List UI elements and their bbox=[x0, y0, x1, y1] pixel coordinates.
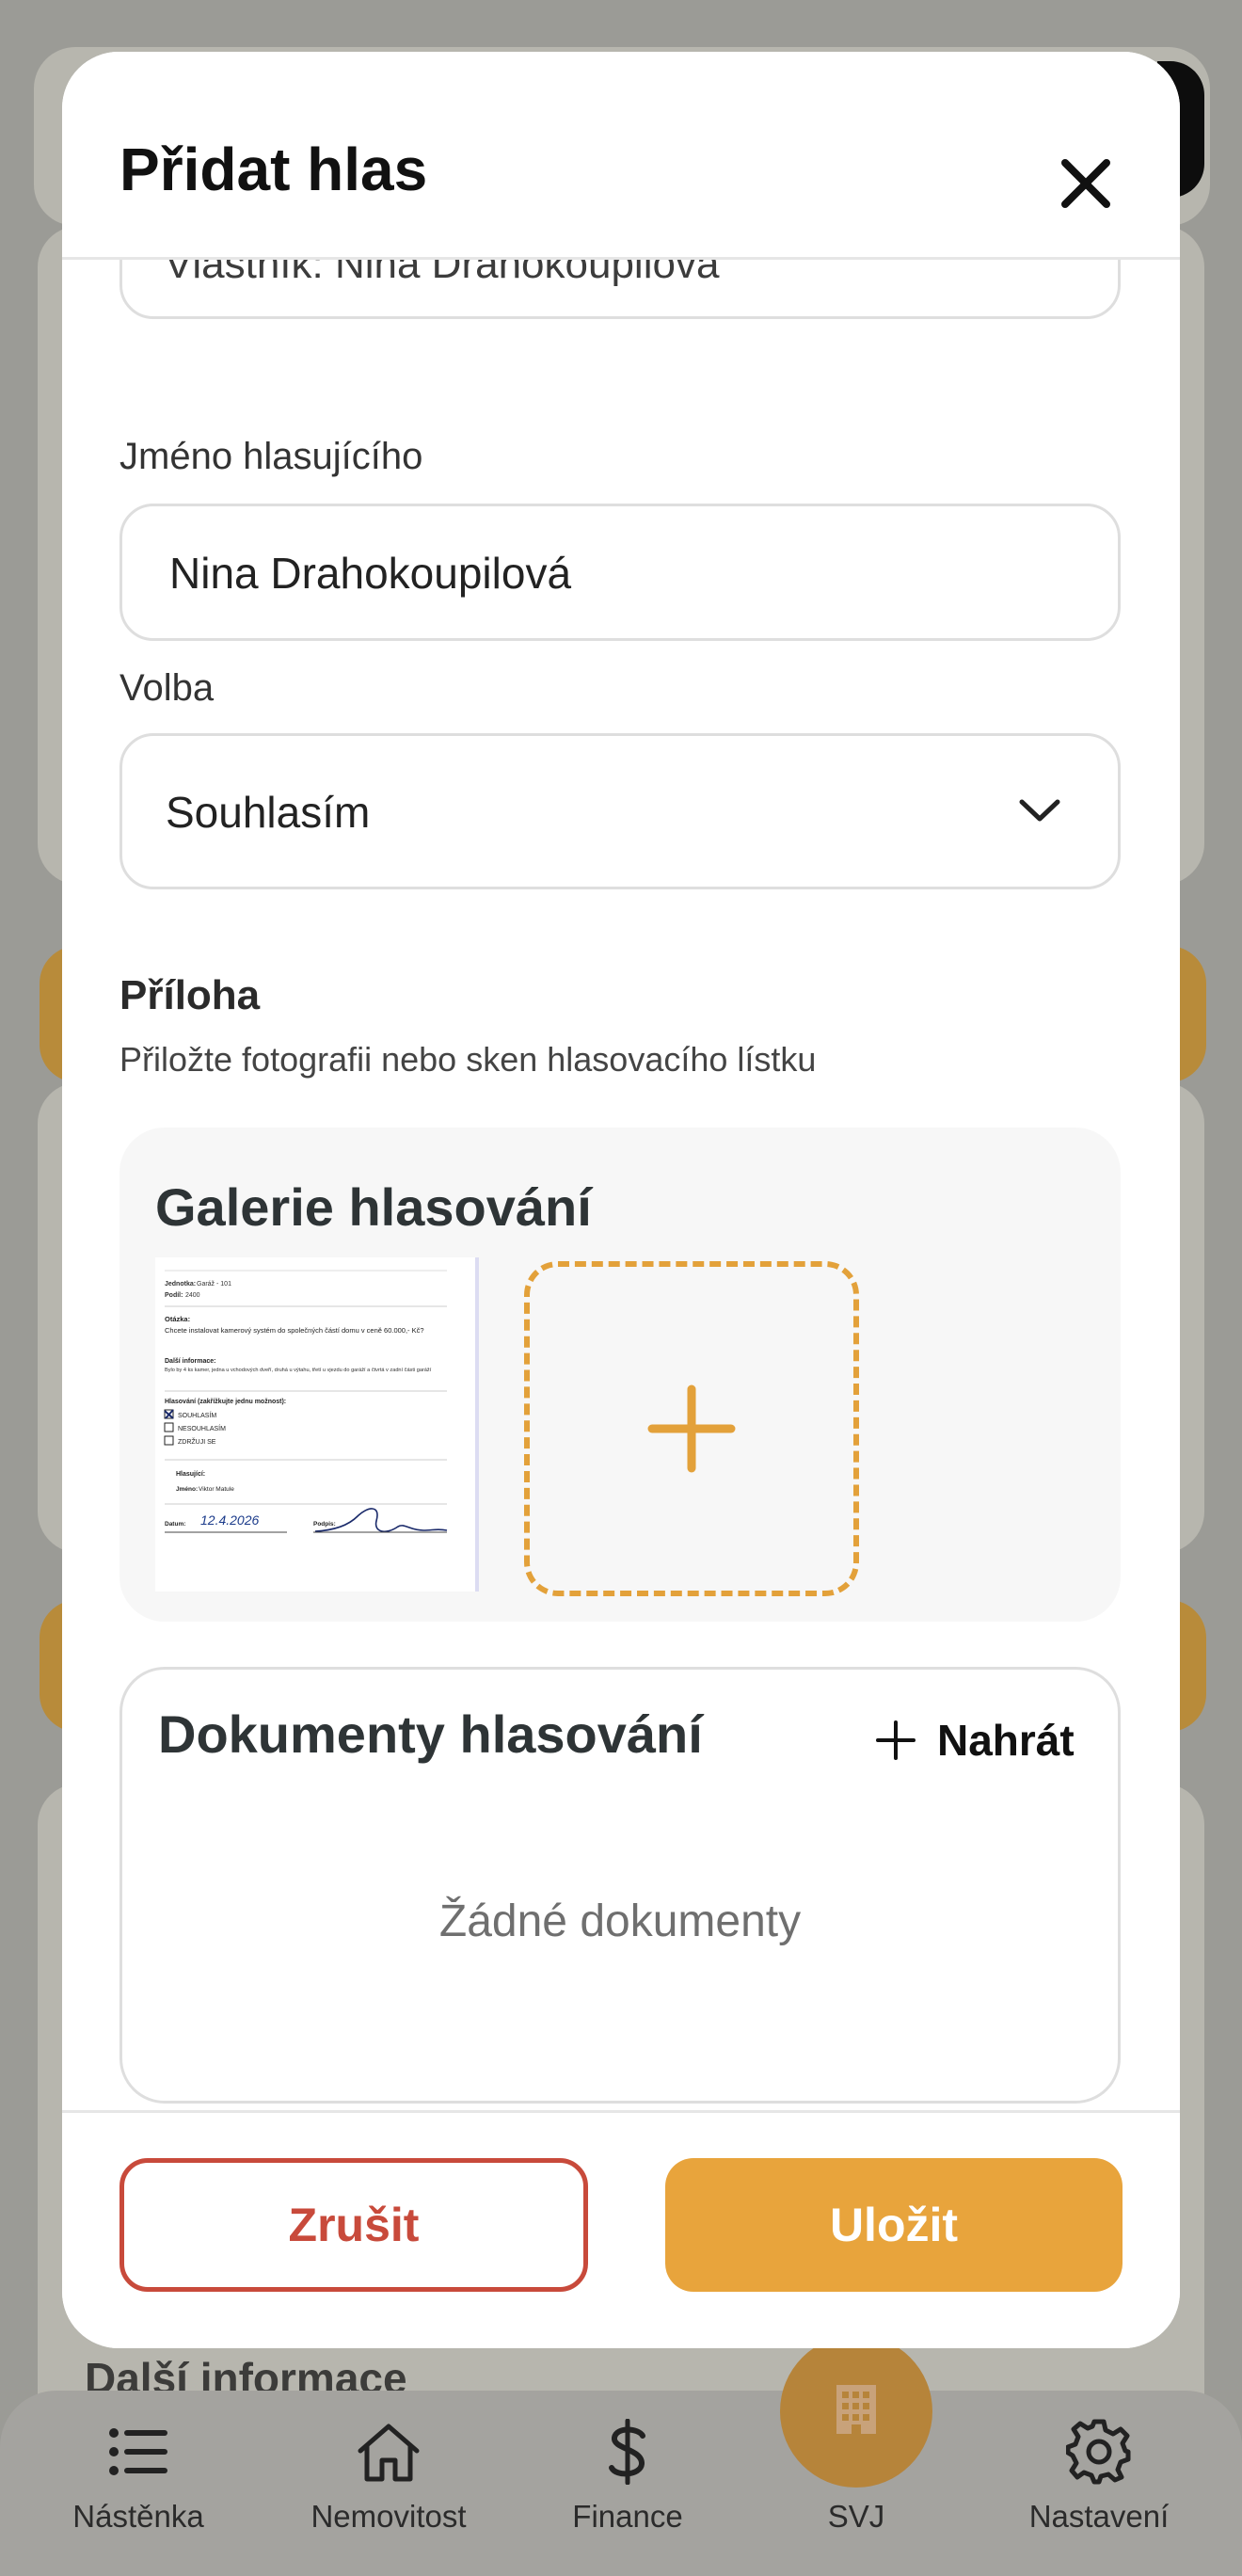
svg-text:Podíl:: Podíl: bbox=[165, 1292, 183, 1299]
modal-title: Přidat hlas bbox=[119, 136, 428, 203]
close-icon bbox=[1061, 159, 1110, 208]
svg-text:Další informace:: Další informace: bbox=[165, 1358, 215, 1365]
nav-item-finance[interactable]: Finance bbox=[524, 2414, 731, 2546]
nav-label: Nastavení bbox=[1028, 2499, 1170, 2534]
svg-text:NESOUHLASÍM: NESOUHLASÍM bbox=[178, 1424, 226, 1432]
voter-name-input[interactable]: Nina Drahokoupilová bbox=[119, 504, 1121, 641]
cancel-button[interactable]: Zrušit bbox=[119, 2158, 588, 2292]
svg-text:Garáž - 101: Garáž - 101 bbox=[197, 1281, 231, 1288]
plus-icon bbox=[647, 1384, 736, 1473]
documents-empty-state: Žádné dokumenty bbox=[438, 1896, 802, 1946]
svg-text:SOUHLASÍM: SOUHLASÍM bbox=[178, 1411, 216, 1419]
nav-item-nastaveni[interactable]: Nastavení bbox=[995, 2414, 1202, 2546]
ballot-thumbnail[interactable]: Jednotka: Garáž - 101 Podíl: 2400 Otázka… bbox=[155, 1257, 479, 1592]
owner-field: Vlastník: Nina Drahokoupilová bbox=[119, 257, 1121, 319]
voting-gallery: Galerie hlasování Jednotka: Garáž - 101 … bbox=[119, 1128, 1121, 1622]
nav-label: SVJ bbox=[827, 2499, 885, 2534]
upload-button[interactable]: Nahrát bbox=[875, 1707, 1075, 1773]
house-icon bbox=[285, 2414, 492, 2489]
documents-title: Dokumenty hlasování bbox=[158, 1704, 703, 1764]
attachment-subtitle: Přiložte fotografii nebo sken hlasovacíh… bbox=[119, 1040, 817, 1079]
modal-header: Přidat hlas bbox=[62, 52, 1180, 260]
chevron-down-icon bbox=[1019, 799, 1060, 822]
svg-text:ZDRŽUJI SE: ZDRŽUJI SE bbox=[178, 1437, 216, 1446]
svg-text:Datum:: Datum: bbox=[165, 1521, 185, 1528]
close-button[interactable] bbox=[1041, 138, 1131, 229]
choice-selected-value: Souhlasím bbox=[166, 788, 371, 837]
nav-label: Finance bbox=[572, 2499, 683, 2534]
svg-text:12.4.2026: 12.4.2026 bbox=[200, 1512, 259, 1528]
ballot-image: Jednotka: Garáž - 101 Podíl: 2400 Otázka… bbox=[155, 1257, 475, 1592]
upload-label: Nahrát bbox=[937, 1716, 1075, 1765]
save-button[interactable]: Uložit bbox=[665, 2158, 1123, 2292]
svg-text:Jednotka:: Jednotka: bbox=[165, 1281, 196, 1288]
dollar-icon bbox=[524, 2414, 731, 2489]
svg-text:Jméno:: Jméno: bbox=[176, 1486, 198, 1493]
nav-label: Nástěnka bbox=[72, 2499, 204, 2534]
add-photo-button[interactable] bbox=[524, 1261, 859, 1596]
nav-label: Nemovitost bbox=[310, 2499, 467, 2534]
choice-select[interactable]: Souhlasím bbox=[119, 733, 1121, 889]
modal-footer: Zrušit Uložit bbox=[62, 2110, 1180, 2348]
voter-name-value: Nina Drahokoupilová bbox=[169, 549, 572, 598]
nav-item-nastenka[interactable]: Nástěnka bbox=[35, 2414, 242, 2546]
modal-body: Vlastník: Nina Drahokoupilová Jméno hlas… bbox=[62, 257, 1180, 2111]
svg-text:Podpis:: Podpis: bbox=[313, 1521, 336, 1528]
voting-documents: Dokumenty hlasování Nahrát Žádné dokumen… bbox=[119, 1667, 1121, 2104]
gear-icon bbox=[995, 2414, 1202, 2489]
nav-item-svj[interactable]: SVJ bbox=[753, 2414, 960, 2546]
nav-item-nemovitost[interactable]: Nemovitost bbox=[285, 2414, 492, 2546]
attachment-title: Příloha bbox=[119, 972, 261, 1018]
gallery-title: Galerie hlasování bbox=[155, 1177, 592, 1237]
svg-text:Viktor Matule: Viktor Matule bbox=[199, 1486, 234, 1493]
choice-label: Volba bbox=[119, 667, 215, 709]
voter-name-label: Jméno hlasujícího bbox=[119, 436, 423, 477]
plus-icon bbox=[876, 1720, 916, 1760]
list-icon bbox=[35, 2414, 242, 2489]
svg-text:Hlasování (zakřížkujte jednu m: Hlasování (zakřížkujte jednu možnost): bbox=[165, 1399, 286, 1405]
svg-text:Otázka:: Otázka: bbox=[165, 1315, 190, 1323]
owner-field-text: Vlastník: Nina Drahokoupilová bbox=[165, 257, 720, 287]
svg-text:2400: 2400 bbox=[185, 1292, 200, 1299]
svg-text:Hlasující:: Hlasující: bbox=[176, 1471, 205, 1478]
add-vote-modal: Přidat hlas Vlastník: Nina Drahokoupilov… bbox=[62, 52, 1180, 2348]
